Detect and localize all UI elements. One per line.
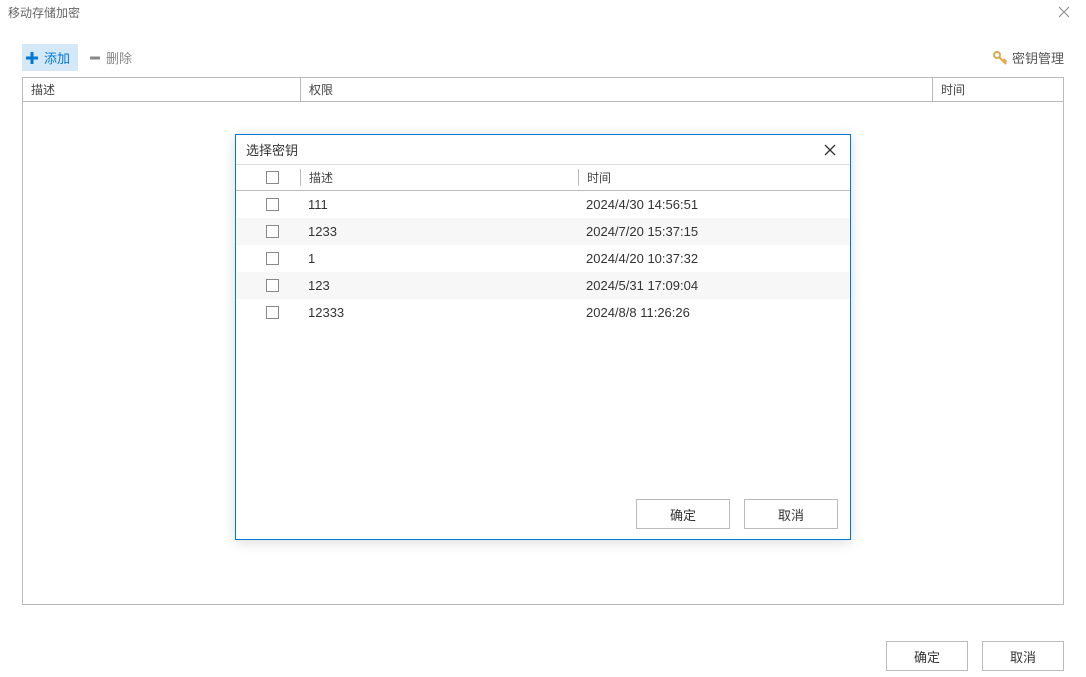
- row-description: 1233: [300, 224, 578, 239]
- row-checkbox[interactable]: [266, 252, 279, 265]
- select-key-dialog: 选择密钥 描述 时间 1112024/4/30 14:56:5112332024…: [235, 134, 851, 540]
- row-checkbox-cell: [244, 225, 300, 238]
- table-row[interactable]: 12024/4/20 10:37:32: [236, 245, 850, 272]
- table-row[interactable]: 1232024/5/31 17:09:04: [236, 272, 850, 299]
- row-checkbox[interactable]: [266, 279, 279, 292]
- row-time: 2024/8/8 11:26:26: [578, 305, 850, 320]
- main-header-permission[interactable]: 权限: [301, 78, 933, 101]
- row-checkbox-cell: [244, 306, 300, 319]
- key-management-label: 密钥管理: [1012, 48, 1064, 67]
- row-description: 123: [300, 278, 578, 293]
- row-checkbox-cell: [244, 252, 300, 265]
- table-row[interactable]: 1112024/4/30 14:56:51: [236, 191, 850, 218]
- main-ok-button[interactable]: 确定: [886, 641, 968, 671]
- main-bottom-buttons: 确定 取消: [886, 641, 1064, 671]
- dialog-close-button[interactable]: [820, 140, 840, 160]
- close-icon: [1058, 6, 1070, 18]
- dialog-header-time[interactable]: 时间: [578, 169, 850, 186]
- table-row[interactable]: 123332024/8/8 11:26:26: [236, 299, 850, 326]
- select-all-checkbox[interactable]: [266, 171, 279, 184]
- row-checkbox-cell: [244, 198, 300, 211]
- key-management-button[interactable]: 密钥管理: [992, 48, 1064, 67]
- row-time: 2024/4/20 10:37:32: [578, 251, 850, 266]
- main-header-description[interactable]: 描述: [23, 78, 301, 101]
- add-label: 添加: [44, 48, 70, 67]
- window-titlebar: 移动存储加密: [0, 0, 1086, 24]
- dialog-ok-button[interactable]: 确定: [636, 499, 730, 529]
- main-table-header: 描述 权限 时间: [23, 78, 1063, 102]
- delete-label: 删除: [106, 48, 132, 67]
- row-checkbox[interactable]: [266, 306, 279, 319]
- window-close-button[interactable]: [1052, 0, 1076, 24]
- row-checkbox[interactable]: [266, 198, 279, 211]
- row-checkbox[interactable]: [266, 225, 279, 238]
- row-time: 2024/4/30 14:56:51: [578, 197, 850, 212]
- main-toolbar: 添加 删除 密钥管理: [0, 24, 1086, 77]
- minus-icon: [88, 51, 102, 65]
- main-header-time[interactable]: 时间: [933, 78, 1063, 101]
- row-time: 2024/7/20 15:37:15: [578, 224, 850, 239]
- close-icon: [824, 144, 836, 156]
- dialog-table-body: 1112024/4/30 14:56:5112332024/7/20 15:37…: [236, 191, 850, 489]
- row-checkbox-cell: [244, 279, 300, 292]
- main-cancel-button[interactable]: 取消: [982, 641, 1064, 671]
- dialog-table-header: 描述 时间: [236, 165, 850, 191]
- row-description: 1: [300, 251, 578, 266]
- dialog-header-description[interactable]: 描述: [300, 169, 578, 186]
- dialog-header-checkbox-col: [244, 171, 300, 184]
- dialog-title: 选择密钥: [246, 140, 298, 159]
- row-description: 12333: [300, 305, 578, 320]
- dialog-bottom-buttons: 确定 取消: [236, 489, 850, 539]
- window-title: 移动存储加密: [8, 4, 80, 21]
- plus-icon: [24, 50, 40, 66]
- dialog-cancel-button[interactable]: 取消: [744, 499, 838, 529]
- toolbar-right: 密钥管理: [992, 48, 1064, 67]
- row-time: 2024/5/31 17:09:04: [578, 278, 850, 293]
- row-description: 111: [300, 197, 578, 212]
- add-button[interactable]: 添加: [22, 44, 78, 71]
- key-icon: [992, 50, 1008, 66]
- dialog-titlebar: 选择密钥: [236, 135, 850, 165]
- delete-button[interactable]: 删除: [88, 48, 132, 67]
- toolbar-left: 添加 删除: [22, 44, 132, 71]
- table-row[interactable]: 12332024/7/20 15:37:15: [236, 218, 850, 245]
